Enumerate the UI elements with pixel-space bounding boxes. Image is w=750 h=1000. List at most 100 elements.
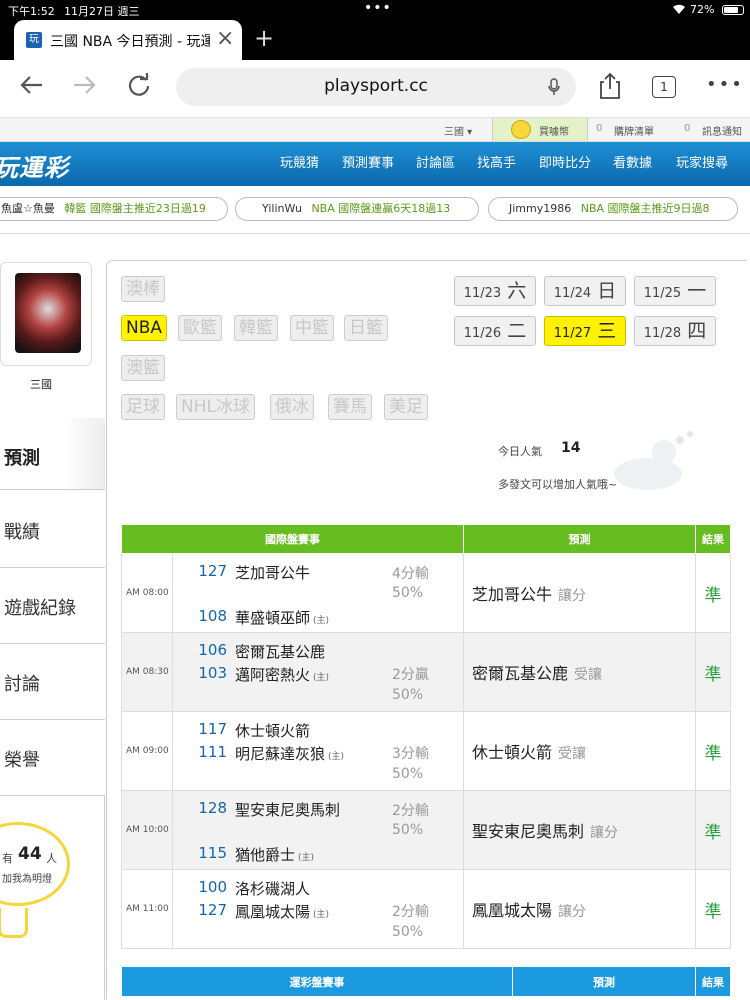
- league-tab-khl[interactable]: 俄冰: [270, 394, 314, 420]
- reload-icon[interactable]: [126, 72, 152, 102]
- home-team[interactable]: 明尼蘇達灰狼: [235, 745, 325, 763]
- menu-heading[interactable]: 預測: [0, 418, 105, 490]
- pick-team: 密爾瓦基公鹿: [472, 664, 569, 683]
- league-tab-nfl[interactable]: 美足: [384, 394, 428, 420]
- home-marker: (主): [298, 853, 315, 863]
- league-tab-aus-basketball[interactable]: 澳籃: [121, 355, 165, 381]
- spread-pct: 50%: [392, 924, 424, 940]
- share-icon[interactable]: [598, 72, 622, 104]
- table-row: AM 08:00 127 芝加哥公牛 108 華盛頓巫師 (主) 4分輸 50% …: [121, 553, 731, 633]
- date-label: 11/25: [643, 286, 682, 301]
- col-header-result: 結果: [695, 524, 731, 554]
- address-field[interactable]: playsport.cc: [176, 68, 576, 106]
- ticker-item[interactable]: 魚盧☆魚曼 韓籃 國際盤主推近23日過19: [0, 197, 228, 221]
- menu-heading-label: 預測: [4, 448, 40, 469]
- add-mentor-light-link[interactable]: 加我為明燈: [2, 870, 52, 885]
- weekday-label: 六: [507, 280, 527, 302]
- date-tab[interactable]: 11/24 日: [544, 276, 626, 306]
- home-team[interactable]: 邁阿密熱火: [235, 666, 310, 684]
- nav-item-livescore[interactable]: 即時比分: [539, 152, 591, 171]
- league-tab-aus-baseball[interactable]: 澳棒: [121, 276, 165, 302]
- ticker-user: 魚盧☆魚曼: [1, 202, 55, 215]
- nav-item-game[interactable]: 玩競猜: [280, 152, 319, 171]
- profile-name: 三國: [30, 378, 52, 391]
- more-menu-icon[interactable]: •••: [706, 74, 744, 95]
- avatar[interactable]: [15, 273, 81, 353]
- pick-type: 讓分: [558, 904, 587, 920]
- date-label: 11/27: [553, 326, 592, 341]
- main-nav: 玩運彩 玩競猜 預測賽事 討論區 找高手 即時比分 看數據 玩家搜尋: [0, 142, 750, 186]
- nav-item-predict[interactable]: 預測賽事: [342, 152, 394, 171]
- menu-item-record[interactable]: 戰績: [0, 492, 105, 568]
- away-number: 100: [198, 878, 227, 896]
- date-label: 11/23: [463, 286, 502, 301]
- game-time: AM 08:00: [121, 553, 173, 633]
- site-logo[interactable]: 玩運彩: [0, 148, 69, 183]
- nav-item-player-search[interactable]: 玩家搜尋: [676, 152, 728, 171]
- date-tab[interactable]: 11/25 一: [634, 276, 716, 306]
- date-tab[interactable]: 11/23 六: [454, 276, 536, 306]
- game-matchup: 128 聖安東尼奧馬刺 115 猶他爵士 (主) 2分輸 50%: [172, 790, 464, 870]
- home-team[interactable]: 華盛頓巫師: [235, 609, 310, 627]
- league-tab-nhl[interactable]: NHL冰球: [176, 394, 255, 420]
- col-header-pick: 預測: [512, 966, 696, 997]
- table-row: AM 10:00 128 聖安東尼奧馬刺 115 猶他爵士 (主) 2分輸 50%…: [121, 790, 731, 870]
- away-team[interactable]: 休士頓火箭: [235, 720, 310, 741]
- away-team[interactable]: 聖安東尼奧馬刺: [235, 799, 340, 820]
- game-matchup: 117 休士頓火箭 111 明尼蘇達灰狼 (主) 3分輸 50%: [172, 711, 464, 791]
- close-tab-icon[interactable]: ×: [216, 26, 234, 51]
- menu-item-honor[interactable]: 榮譽: [0, 720, 105, 796]
- result-badge: 準: [695, 869, 731, 949]
- cart-link[interactable]: 購牌清單: [614, 123, 654, 138]
- away-team[interactable]: 洛杉磯湖人: [235, 878, 310, 899]
- away-team[interactable]: 密爾瓦基公鹿: [235, 641, 325, 662]
- forward-arrow-icon[interactable]: [72, 74, 98, 100]
- game-matchup: 100 洛杉磯湖人 127 鳳凰城太陽 (主) 2分輸 50%: [172, 869, 464, 949]
- weekday-label: 三: [597, 320, 617, 342]
- league-tab-korea-basketball[interactable]: 韓籃: [234, 315, 278, 341]
- new-tab-icon[interactable]: +: [254, 24, 274, 52]
- game-time: AM 09:00: [121, 711, 173, 791]
- away-number: 117: [198, 720, 227, 738]
- home-team[interactable]: 猶他爵士: [235, 846, 295, 864]
- popularity-hint: 多發文可以增加人氣哦~: [498, 478, 618, 491]
- nav-item-forum[interactable]: 討論區: [416, 152, 455, 171]
- away-number: 106: [198, 641, 227, 659]
- popularity-label: 今日人氣: [498, 445, 542, 458]
- date-tab[interactable]: 11/28 四: [634, 316, 716, 346]
- result-badge: 準: [695, 711, 731, 791]
- prediction-cell: 聖安東尼奧馬刺 讓分: [463, 790, 696, 870]
- ticker-user: Jimmy1986: [509, 202, 572, 215]
- nav-item-experts[interactable]: 找高手: [477, 152, 516, 171]
- game-time: AM 08:30: [121, 632, 173, 712]
- tab-bar: 玩 三國 NBA 今日預測 - 玩運 × +: [0, 20, 750, 60]
- user-menu[interactable]: 三國 ▾: [444, 123, 472, 138]
- league-tab-china-basketball[interactable]: 中籃: [290, 315, 334, 341]
- menu-item-game-log[interactable]: 遊戲紀錄: [0, 568, 105, 644]
- date-tab-selected[interactable]: 11/27 三: [544, 316, 626, 346]
- league-tab-japan-basketball[interactable]: 日籃: [344, 315, 388, 341]
- browser-tab[interactable]: 玩 三國 NBA 今日預測 - 玩運 ×: [14, 20, 242, 60]
- coins-panel[interactable]: 買噱幣: [492, 118, 588, 141]
- tabs-overview-button[interactable]: 1: [652, 76, 676, 98]
- url-text: playsport.cc: [324, 76, 428, 96]
- status-time: 下午1:52: [8, 5, 55, 18]
- nav-item-stats[interactable]: 看數據: [613, 152, 652, 171]
- league-tab-soccer[interactable]: 足球: [121, 394, 165, 420]
- ticker-item[interactable]: YilinWu NBA 國際盤連贏6天18過13: [235, 197, 479, 221]
- away-team[interactable]: 芝加哥公牛: [235, 562, 310, 583]
- league-tab-euro-basketball[interactable]: 歐籃: [178, 315, 222, 341]
- messages-link[interactable]: 訊息通知: [702, 123, 742, 138]
- back-arrow-icon[interactable]: [18, 74, 44, 100]
- date-tab[interactable]: 11/26 二: [454, 316, 536, 346]
- multitask-dots-icon[interactable]: •••: [364, 0, 392, 16]
- ticker-text: NBA 國際盤連贏6天18過13: [311, 202, 451, 215]
- table-row: AM 08:30 106 密爾瓦基公鹿 103 邁阿密熱火 (主) 2分贏 50%…: [121, 632, 731, 712]
- menu-item-discussion[interactable]: 討論: [0, 644, 105, 720]
- league-tab-horse-racing[interactable]: 賽馬: [328, 394, 372, 420]
- ticker-item[interactable]: Jimmy1986 NBA 國際盤主推近9日過8: [488, 197, 738, 221]
- microphone-icon[interactable]: [548, 78, 560, 100]
- home-team[interactable]: 鳳凰城太陽: [235, 903, 310, 921]
- league-tab-nba[interactable]: NBA: [121, 315, 168, 341]
- lightbulb-base-icon: [0, 908, 28, 938]
